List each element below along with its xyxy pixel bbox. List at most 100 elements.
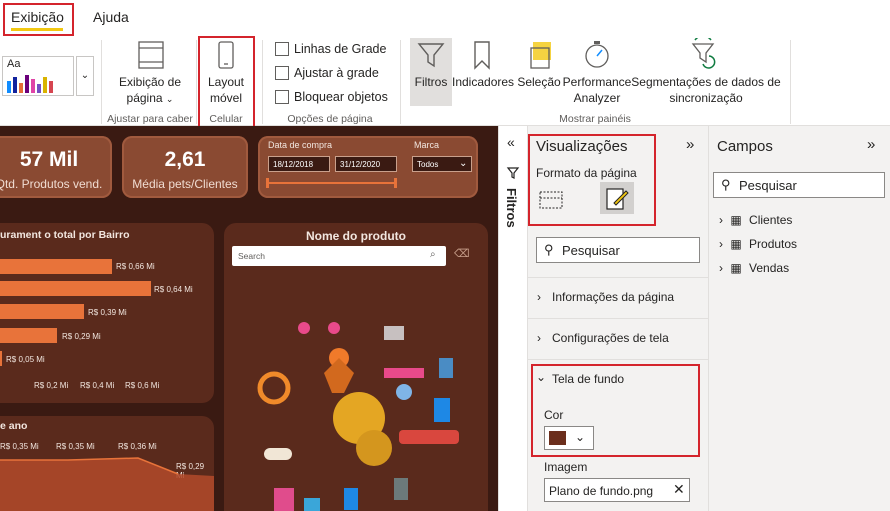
- kpi-card-pets[interactable]: 2,61 Média pets/Clientes: [122, 136, 248, 198]
- bookmark-icon: [474, 41, 490, 70]
- brand-dropdown-value: Todos: [417, 160, 439, 169]
- kpi-products-value: 57 Mil: [19, 148, 79, 171]
- bar-1[interactable]: [0, 259, 112, 274]
- fields-title: Campos: [717, 138, 773, 155]
- product-panel-title: Nome do produto: [306, 229, 406, 243]
- ribbon: Aa ⌄ Exibição de página ⌄ Ajustar para c…: [0, 36, 890, 126]
- chevron-right-icon: ›: [719, 213, 723, 227]
- search-icon: ⌕: [430, 249, 436, 260]
- pet-products-collage: [257, 322, 459, 511]
- bar-2[interactable]: [0, 281, 151, 296]
- highlight-background-section: [531, 364, 700, 457]
- table-clientes-label: Clientes: [749, 213, 793, 227]
- table-vendas[interactable]: › ▦ Vendas: [719, 261, 789, 275]
- theme-label: Aa: [7, 58, 21, 70]
- brand-slicer-label: Marca: [414, 140, 440, 150]
- date-range-slider[interactable]: [268, 182, 396, 184]
- chevron-right-icon: ›: [719, 261, 723, 275]
- gridlines-checkbox[interactable]: [275, 42, 289, 56]
- bar-4[interactable]: [0, 328, 57, 343]
- revenue-by-neighborhood-chart[interactable]: urament o total por Bairro R$ 0,66 Mi R$…: [0, 223, 214, 403]
- highlight-tab: [3, 3, 74, 36]
- date-start-input[interactable]: 18/12/2018: [268, 156, 330, 172]
- axis-tick-1: R$ 0,2 Mi: [34, 381, 69, 390]
- filters-label: Filtros: [414, 75, 448, 89]
- filter-icon: [417, 43, 445, 68]
- bar-1-label: R$ 0,66 Mi: [116, 262, 155, 271]
- group-fit-label: Ajustar para caber: [107, 113, 193, 125]
- report-canvas[interactable]: 57 Mil Qtd. Produtos vend. 2,61 Média pe…: [0, 126, 498, 511]
- search-icon: ⚲: [721, 177, 731, 192]
- date-slider-handle-end[interactable]: [394, 178, 397, 188]
- performance-icon: [585, 41, 609, 68]
- highlight-mobile-layout: [198, 36, 255, 129]
- page-view-line2: página: [126, 91, 163, 105]
- theme-gallery[interactable]: Aa: [2, 56, 74, 96]
- viz-search-input[interactable]: ⚲ Pesquisar: [536, 237, 700, 263]
- date-end-input[interactable]: 31/12/2020: [335, 156, 397, 172]
- performance-button[interactable]: Performance Analyzer: [562, 74, 632, 106]
- selection-button[interactable]: Seleção: [517, 74, 561, 90]
- bar-3-label: R$ 0,39 Mi: [88, 308, 127, 317]
- fields-pane: Campos » ⚲ Pesquisar › ▦ Clientes › ▦ Pr…: [709, 126, 890, 511]
- year-label-3: R$ 0,36 Mi: [118, 442, 157, 451]
- section-canvas-settings[interactable]: › Configurações de tela: [528, 318, 709, 358]
- page-view-icon: [138, 41, 164, 69]
- sync-slicers-icon: [691, 38, 716, 69]
- viz-search-placeholder: Pesquisar: [562, 243, 620, 258]
- lock-objects-checkbox[interactable]: [275, 90, 289, 104]
- image-file-input[interactable]: Plano de fundo.png ✕: [544, 478, 690, 502]
- collapse-right-icon[interactable]: »: [686, 136, 694, 153]
- axis-tick-3: R$ 0,6 Mi: [125, 381, 160, 390]
- tab-ajuda[interactable]: Ajuda: [93, 9, 129, 25]
- bar-5[interactable]: [0, 351, 2, 366]
- date-slider-handle-start[interactable]: [266, 178, 269, 188]
- ribbon-tabs: Exibição Ajuda: [0, 0, 890, 36]
- theme-more-button[interactable]: ⌄: [76, 56, 94, 96]
- table-icon: ▦: [730, 261, 742, 275]
- snap-grid-label: Ajustar à grade: [294, 66, 379, 80]
- chevron-right-icon: ›: [537, 331, 541, 345]
- table-produtos[interactable]: › ▦ Produtos: [719, 237, 797, 251]
- image-label: Imagem: [544, 460, 588, 474]
- snap-grid-checkbox[interactable]: [275, 66, 289, 80]
- theme-swatch-icon: [7, 75, 53, 93]
- bar-3[interactable]: [0, 304, 84, 319]
- filters-pane-collapsed[interactable]: « Filtros: [498, 126, 528, 511]
- filter-icon: [506, 167, 520, 179]
- kpi-card-products[interactable]: 57 Mil Qtd. Produtos vend.: [0, 136, 112, 198]
- date-slicer-label: Data de compra: [268, 140, 333, 150]
- filters-vertical-label: Filtros: [504, 188, 519, 228]
- bar-5-label: R$ 0,05 Mi: [6, 355, 45, 364]
- image-file-value: Plano de fundo.png: [549, 484, 654, 498]
- product-search-placeholder: Search: [238, 251, 265, 261]
- kpi-pets-label: Média pets/Clientes: [132, 177, 238, 191]
- gridlines-label: Linhas de Grade: [294, 42, 387, 56]
- chevron-down-icon: ⌄: [165, 94, 174, 104]
- sync-slicers-button[interactable]: Segmentações de dados de sincronização: [630, 74, 782, 106]
- bookmarks-button[interactable]: Indicadores: [452, 74, 514, 90]
- table-icon: ▦: [730, 213, 742, 227]
- product-search-input[interactable]: Search ⌕: [232, 246, 446, 266]
- kpi-products-label: Qtd. Produtos vend.: [0, 177, 103, 191]
- section-page-information[interactable]: › Informações da página: [528, 277, 709, 317]
- date-start-value: 18/12/2018: [273, 160, 314, 169]
- revenue-by-year-chart[interactable]: e ano R$ 0,35 Mi R$ 0,35 Mi R$ 0,36 Mi R…: [0, 416, 214, 511]
- lock-objects-label: Bloquear objetos: [294, 90, 388, 104]
- brand-dropdown[interactable]: Todos ⌄: [412, 156, 472, 172]
- section-canvas-settings-label: Configurações de tela: [552, 331, 669, 345]
- fields-search-placeholder: Pesquisar: [739, 178, 797, 193]
- table-clientes[interactable]: › ▦ Clientes: [719, 213, 792, 227]
- performance-line1: Performance: [562, 75, 632, 89]
- revenue-chart-title: urament o total por Bairro: [0, 229, 130, 241]
- search-icon: ⚲: [544, 242, 554, 257]
- expand-left-icon[interactable]: «: [507, 134, 515, 150]
- eraser-icon[interactable]: ⌫: [454, 247, 470, 260]
- filters-pane-button[interactable]: Filtros: [410, 38, 452, 106]
- chevron-right-icon: ›: [537, 290, 541, 304]
- fields-search-input[interactable]: ⚲ Pesquisar: [713, 172, 885, 198]
- page-view-button[interactable]: Exibição de página ⌄: [110, 74, 190, 107]
- year-label-1: R$ 0,35 Mi: [0, 442, 39, 451]
- close-icon[interactable]: ✕: [673, 481, 685, 498]
- collapse-right-icon[interactable]: »: [867, 136, 875, 153]
